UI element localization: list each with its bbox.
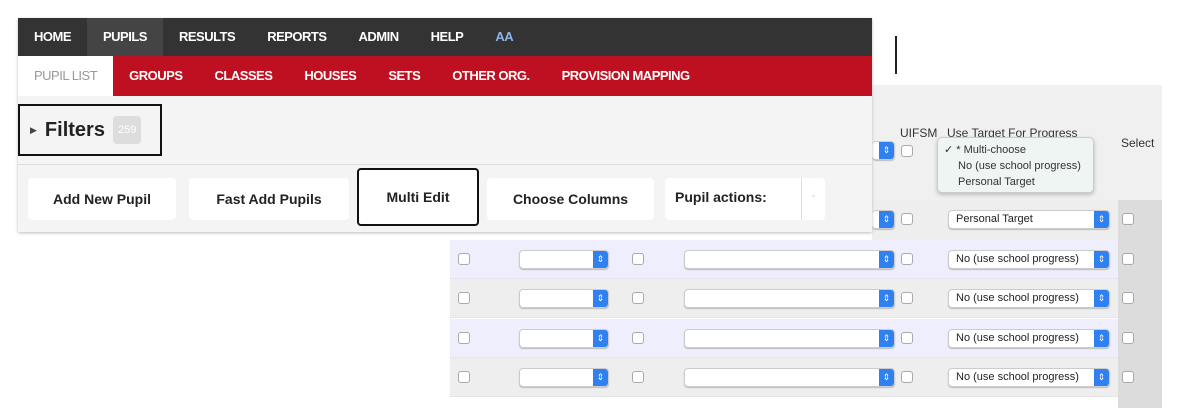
nav-pupils[interactable]: PUPILS [87,18,163,56]
row-checkbox[interactable] [632,253,644,265]
tab-pupil-list[interactable]: PUPIL LIST [18,56,114,96]
chevron-updown-icon: ⇕ [593,330,608,347]
fast-add-pupils-button[interactable]: Fast Add Pupils [189,178,349,220]
row-select-partial[interactable]: ⇕ [872,210,895,229]
multi-edit-button[interactable]: Multi Edit [357,168,479,226]
main-nav: HOME PUPILS RESULTS REPORTS ADMIN HELP A… [18,18,872,56]
row-select-small[interactable]: ⇕ [519,250,609,269]
caret-right-icon: ▶ [30,124,37,135]
chevron-updown-icon: ⇕ [1094,369,1109,386]
nav-home[interactable]: HOME [18,18,87,56]
row-checkbox[interactable] [632,332,644,344]
pupil-actions-value: - [801,178,825,220]
chevron-updown-icon: ⇕ [879,369,894,386]
choose-columns-button[interactable]: Choose Columns [487,178,654,220]
header-uifsm-checkbox[interactable] [901,145,913,157]
row-select-small[interactable]: ⇕ [519,368,609,387]
target-select[interactable]: No (use school progress) ⇕ [948,250,1110,269]
filters-label: Filters [44,118,105,141]
tab-groups[interactable]: GROUPS [113,56,198,96]
check-icon: ✓ [944,144,954,156]
row-checkbox[interactable] [458,292,470,304]
uifsm-checkbox[interactable] [901,292,913,304]
target-select[interactable]: No (use school progress) ⇕ [948,289,1110,308]
row-checkbox[interactable] [458,371,470,383]
chevron-updown-icon: ⇕ [593,290,608,307]
row-checkbox[interactable] [458,253,470,265]
row-select-wide[interactable]: ⇕ [684,250,895,269]
chevron-updown-icon: ⇕ [1094,211,1109,228]
add-new-pupil-button[interactable]: Add New Pupil [28,178,176,220]
row-select-wide[interactable]: ⇕ [684,329,895,348]
nav-results[interactable]: RESULTS [163,18,251,56]
tab-other-org[interactable]: OTHER ORG. [436,56,545,96]
chevron-updown-icon: ⇕ [593,251,608,268]
target-select[interactable]: No (use school progress) ⇕ [948,329,1110,348]
row-checkbox[interactable] [901,213,913,225]
divider [18,164,872,165]
chevron-updown-icon: ⇕ [879,251,894,268]
nav-user-aa[interactable]: AA [479,18,529,56]
tab-houses[interactable]: HOUSES [288,56,372,96]
nav-help[interactable]: HELP [415,18,480,56]
row-checkbox[interactable] [458,332,470,344]
uifsm-checkbox[interactable] [901,332,913,344]
tab-sets[interactable]: SETS [372,56,436,96]
dropdown-option[interactable]: Personal Target [944,174,1093,190]
chevron-updown-icon: ⇕ [879,290,894,307]
cursor-caret [895,36,897,74]
nav-admin[interactable]: ADMIN [343,18,415,56]
select-checkbox[interactable] [1122,253,1134,265]
header-select: Select [1121,136,1155,150]
tab-provision-mapping[interactable]: PROVISION MAPPING [546,56,706,96]
row-checkbox[interactable] [632,371,644,383]
dropdown-option[interactable]: No (use school progress) [944,158,1093,174]
chevron-updown-icon: ⇕ [593,369,608,386]
target-dropdown-menu: ✓ * Multi-choose No (use school progress… [937,137,1094,193]
row-select-wide[interactable]: ⇕ [684,289,895,308]
uifsm-checkbox[interactable] [901,253,913,265]
sub-nav: PUPIL LIST GROUPS CLASSES HOUSES SETS OT… [18,56,872,96]
chevron-updown-icon: ⇕ [1094,251,1109,268]
row-checkbox[interactable] [632,292,644,304]
chevron-updown-icon: ⇕ [1094,290,1109,307]
tab-classes[interactable]: CLASSES [199,56,289,96]
target-select[interactable]: No (use school progress) ⇕ [948,368,1110,387]
pupil-actions-dropdown[interactable]: Pupil actions: - [665,178,825,220]
select-checkbox[interactable] [1122,292,1134,304]
header-uifsm: UIFSM [900,126,938,140]
select-checkbox[interactable] [1122,371,1134,383]
target-select[interactable]: Personal Target ⇕ [948,210,1110,229]
filters-count-badge: 259 [112,116,142,144]
uifsm-checkbox[interactable] [901,371,913,383]
row-select-wide[interactable]: ⇕ [684,368,895,387]
nav-reports[interactable]: REPORTS [251,18,342,56]
row-select-small[interactable]: ⇕ [519,329,609,348]
filters-toggle[interactable]: ▶ Filters 259 [18,104,162,156]
select-checkbox[interactable] [1122,213,1134,225]
chevron-updown-icon: ⇕ [1094,330,1109,347]
header-select-partial[interactable]: ⇕ [872,141,895,160]
row-select-small[interactable]: ⇕ [519,289,609,308]
select-checkbox[interactable] [1122,332,1134,344]
chevron-updown-icon: ⇕ [879,330,894,347]
pupils-panel: HOME PUPILS RESULTS REPORTS ADMIN HELP A… [18,18,872,232]
dropdown-option[interactable]: ✓ * Multi-choose [944,142,1093,158]
